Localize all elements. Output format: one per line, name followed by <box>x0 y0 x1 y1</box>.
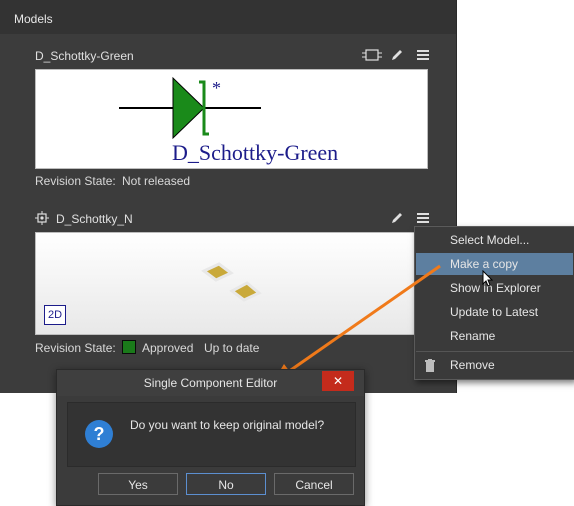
mouse-cursor-icon <box>482 270 494 287</box>
dialog-title: Single Component Editor <box>57 370 364 396</box>
cancel-button[interactable]: Cancel <box>274 473 354 495</box>
no-button[interactable]: No <box>186 473 266 495</box>
question-icon: ? <box>85 420 113 448</box>
yes-button[interactable]: Yes <box>98 473 178 495</box>
dialog-message: Do you want to keep original model? <box>130 418 325 432</box>
dialog-body: ? Do you want to keep original model? <box>67 402 356 467</box>
close-button[interactable]: ✕ <box>322 371 354 391</box>
single-component-editor-dialog: Single Component Editor ✕ ? Do you want … <box>56 369 365 506</box>
